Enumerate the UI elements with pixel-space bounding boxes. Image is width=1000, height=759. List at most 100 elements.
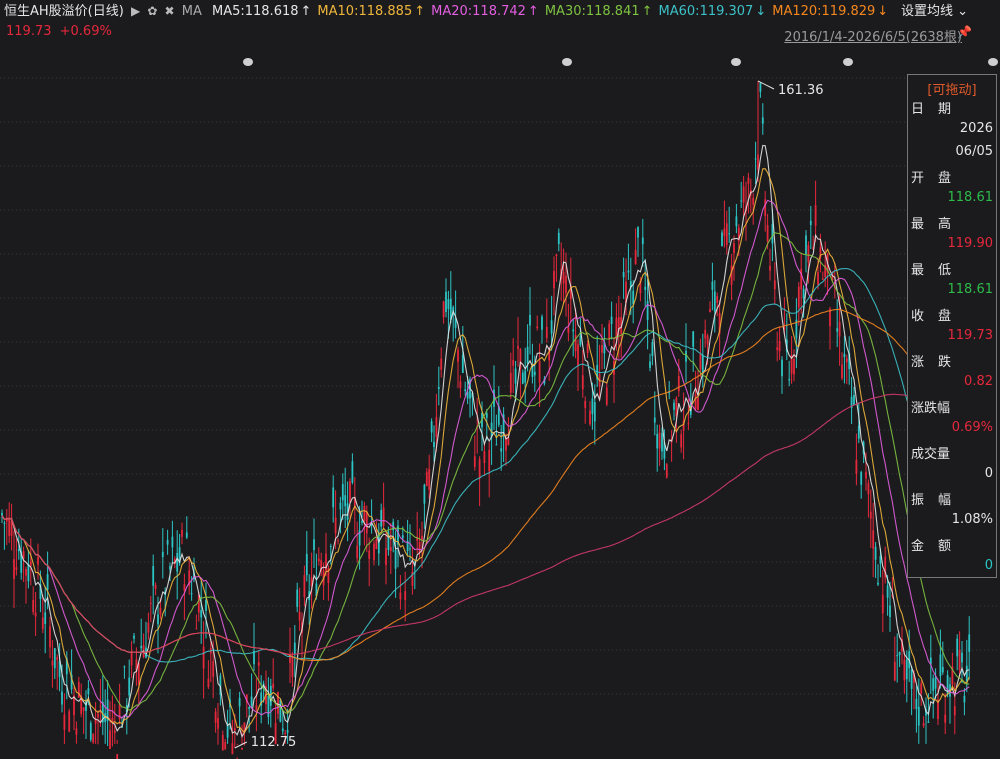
candle-body [356, 545, 359, 559]
candle-body [217, 717, 219, 729]
candle-body [214, 711, 217, 723]
candle-body [605, 387, 608, 405]
pin-icon[interactable]: 📌 [957, 25, 972, 39]
candle-body [509, 372, 512, 393]
candle-body [195, 628, 198, 630]
candle-body [809, 220, 812, 225]
candle-body [425, 471, 428, 486]
candle-body [339, 502, 342, 510]
candle-body [423, 484, 426, 504]
candle-body [610, 316, 613, 324]
ma-toggle[interactable]: MA [182, 4, 202, 19]
close-icon[interactable]: ✖ [165, 4, 175, 18]
candle-body [673, 402, 675, 410]
candle-body [13, 559, 15, 579]
candle-body [764, 199, 767, 216]
candle-body [63, 714, 66, 730]
candle-body [404, 591, 407, 601]
ma-value-0: MA5:118.618 ↑ [211, 4, 312, 19]
candle-body [205, 599, 207, 611]
candle-body [363, 505, 366, 521]
candle-body [113, 730, 116, 733]
candle-body [281, 728, 284, 732]
candle-body [418, 542, 421, 553]
candle-body [241, 747, 243, 750]
candle-body [754, 158, 757, 160]
candle-body [341, 483, 344, 501]
candle-body [562, 271, 565, 284]
ma-line-120 [1, 308, 970, 661]
candle-body [238, 697, 241, 707]
candle-body [802, 288, 805, 299]
candle-body [855, 459, 858, 475]
candle-body [857, 425, 860, 439]
ma-value-5: MA120:119.829 ↓ [772, 4, 889, 19]
candle-body [375, 539, 378, 550]
candle-body [939, 654, 942, 677]
candle-body [932, 678, 935, 691]
candle-body [128, 677, 131, 696]
candle-body [889, 605, 891, 618]
candle-body [567, 327, 570, 333]
candle-body [221, 734, 224, 751]
candle-body [740, 200, 743, 202]
candle-body [46, 574, 49, 590]
candle-body [332, 487, 335, 508]
change-label: 涨跌 [911, 355, 966, 370]
candle-body [886, 585, 889, 598]
candle-body [766, 225, 769, 242]
ma-line-60 [1, 267, 970, 663]
open-value: 118.61 [947, 190, 994, 205]
candle-body [99, 706, 102, 708]
candle-body [944, 714, 947, 723]
high-label: 最高 [911, 217, 966, 232]
candle-body [589, 410, 591, 425]
play-icon[interactable]: ▶ [131, 4, 140, 18]
date-range[interactable]: 2016/1/4-2026/6/5(2638根) [784, 26, 962, 45]
low-value: 118.61 [947, 282, 994, 297]
drag-marker-icon [843, 58, 853, 66]
candle-body [965, 665, 968, 682]
candle-body [704, 330, 707, 339]
drag-marker-icon [562, 58, 572, 66]
candle-body [380, 510, 383, 527]
ma-settings-button[interactable]: 设置均线 ⌄ [901, 0, 968, 19]
candle-body [445, 291, 447, 312]
candle-body [524, 370, 527, 383]
candlestick-chart[interactable]: 161.36 112.75 [0, 48, 1000, 759]
candle-body [958, 649, 961, 670]
candle-body [665, 464, 668, 478]
ma-value-4: MA60:119.307 ↓ [658, 4, 767, 19]
candle-body [586, 343, 589, 354]
candle-body [634, 249, 637, 265]
candle-body [147, 622, 150, 633]
min-marker-arrow [234, 741, 248, 749]
candle-body [401, 535, 404, 539]
candle-body [841, 364, 843, 379]
candle-body [29, 561, 32, 566]
candle-body [159, 607, 162, 615]
candle-body [190, 593, 193, 595]
candle-body [687, 423, 690, 425]
candle-body [725, 223, 728, 246]
change-percent: +0.69% [59, 24, 112, 39]
ma-line-20 [1, 199, 970, 719]
candle-body [538, 361, 541, 383]
candle-body [658, 432, 661, 449]
candle-body [961, 652, 963, 663]
candle-body [747, 177, 750, 184]
candle-body [773, 280, 776, 290]
candle-body [44, 612, 47, 625]
candle-body [557, 232, 560, 244]
candle-body [869, 511, 872, 519]
ma-line-10 [1, 168, 970, 734]
candle-body [661, 433, 663, 452]
candle-body [25, 569, 27, 576]
data-info-panel[interactable]: [可拖动] 日期 2026 06/05 开盘 118.61 最高 119.90 … [907, 74, 997, 578]
candle-body [202, 646, 205, 669]
gear-icon[interactable]: ✿ [147, 4, 157, 18]
candle-body [500, 448, 503, 452]
candle-body [872, 530, 875, 549]
drag-handle[interactable]: [可拖动] [908, 79, 996, 98]
candle-body [536, 326, 539, 329]
